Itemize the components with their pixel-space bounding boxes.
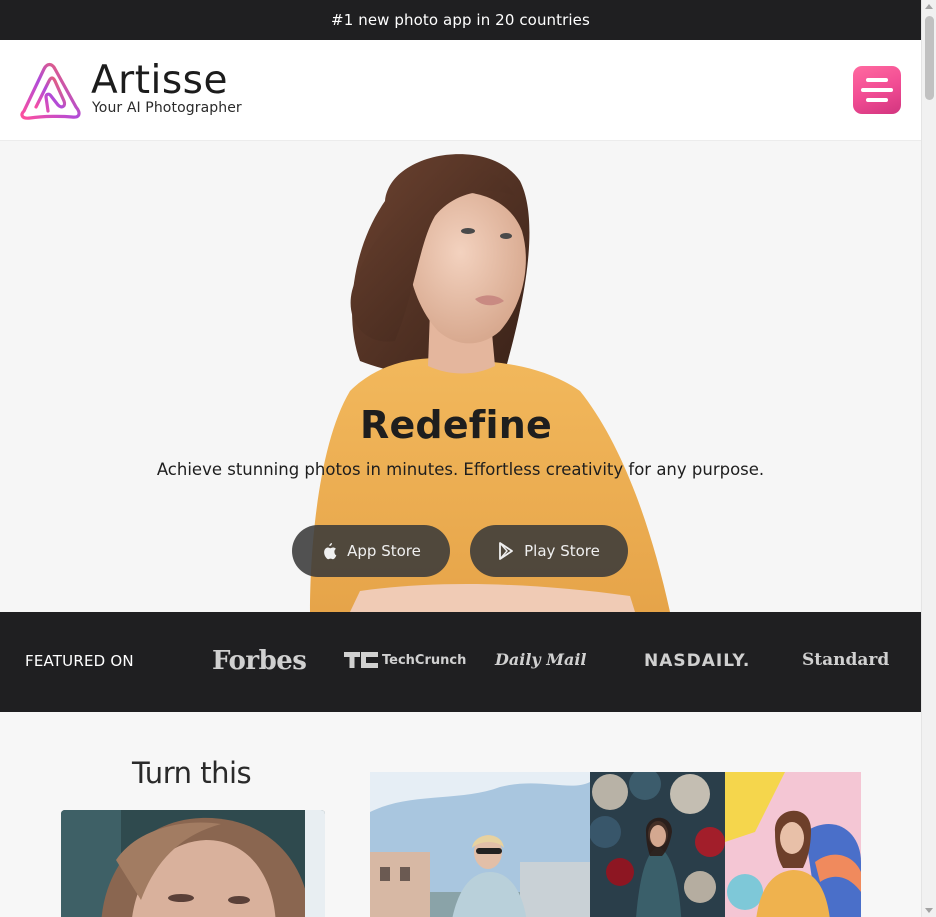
play-store-button[interactable]: Play Store — [470, 525, 628, 577]
artisse-logo-icon[interactable] — [18, 59, 82, 121]
showcase-section: Turn this — [0, 712, 921, 917]
apple-icon — [324, 543, 337, 560]
after-photos-collage — [370, 772, 861, 917]
scroll-down-arrow-icon[interactable] — [925, 908, 933, 913]
techcrunch-logo: TechCrunch — [344, 652, 466, 668]
app-store-button[interactable]: App Store — [292, 525, 450, 577]
techcrunch-mark-icon — [344, 652, 378, 668]
daily-mail-logo: Daily Mail — [495, 650, 587, 669]
featured-on-strip: FEATURED ON Forbes TechCrunch Daily Mail… — [0, 612, 921, 712]
play-store-label: Play Store — [524, 542, 600, 560]
nasdaily-logo: NASDAILY. — [644, 651, 751, 671]
site-header: Artisse Your AI Photographer — [0, 40, 921, 141]
page-scrollbar[interactable] — [921, 0, 936, 917]
showcase-title: Turn this — [132, 756, 252, 790]
hero-subtitle: Achieve stunning photos in minutes. Effo… — [156, 460, 765, 479]
hero-title: Redefine — [360, 403, 552, 447]
scroll-thumb[interactable] — [925, 16, 934, 100]
collage-photo-colorful — [725, 772, 861, 917]
brand-name[interactable]: Artisse — [91, 57, 228, 105]
collage-photo-street — [370, 772, 590, 917]
banner-text: #1 new photo app in 20 countries — [331, 11, 590, 29]
app-store-label: App Store — [347, 542, 421, 560]
techcrunch-logo-text: TechCrunch — [382, 652, 467, 668]
featured-label: FEATURED ON — [25, 652, 134, 670]
before-selfie-image — [61, 810, 325, 917]
forbes-logo: Forbes — [212, 646, 307, 676]
announcement-banner: #1 new photo app in 20 countries — [0, 0, 921, 40]
standard-logo: Standard — [802, 650, 890, 670]
collage-photo-balloons — [590, 772, 725, 917]
page: #1 new photo app in 20 countries Artisse… — [0, 0, 921, 917]
play-store-icon — [499, 542, 514, 560]
scroll-up-arrow-icon[interactable] — [925, 4, 933, 9]
menu-button[interactable] — [853, 66, 901, 114]
hero-section: Redefine Achieve stunning photos in minu… — [0, 141, 921, 612]
brand-tagline: Your AI Photographer — [92, 100, 242, 116]
